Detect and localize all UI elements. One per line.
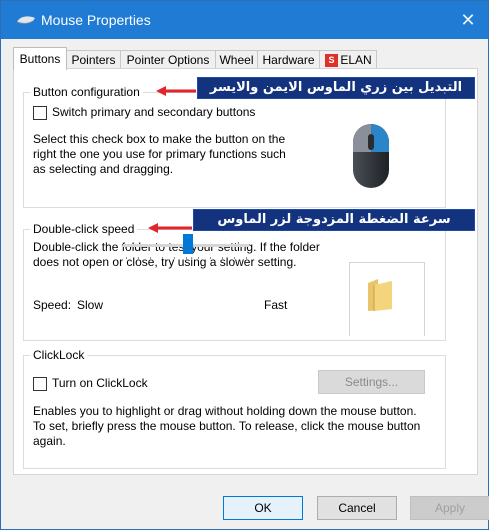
red-arrow-2 <box>148 223 192 233</box>
window-title: Mouse Properties <box>41 12 151 28</box>
slow-label: Slow <box>77 298 104 312</box>
clicklock-title: ClickLock <box>30 348 88 362</box>
close-button[interactable]: ✕ <box>448 1 488 39</box>
slider-tick <box>138 257 139 259</box>
callout-double-click-speed: سرعة الضغطة المزدوجة لزر الماوس <box>193 209 475 231</box>
slider-tick <box>150 257 151 259</box>
callout-button-configuration: التبديل بين زري الماوس الايمن والايسر <box>197 77 475 99</box>
mouse-icon <box>16 16 35 24</box>
slider-tick <box>186 257 187 259</box>
clicklock-description: Enables you to highlight or drag without… <box>33 404 421 448</box>
test-folder-area[interactable] <box>349 262 425 336</box>
clicklock-label[interactable]: Turn on ClickLock <box>52 376 148 391</box>
mouse-image-icon <box>353 124 389 188</box>
fast-label: Fast <box>264 298 288 312</box>
tab-buttons[interactable]: Buttons <box>13 47 67 70</box>
tab-pointers[interactable]: Pointers <box>66 50 121 69</box>
slider-tick <box>198 257 199 259</box>
button-configuration-title: Button configuration <box>30 85 143 99</box>
button-configuration-group: Button configuration Switch primary and … <box>23 85 446 208</box>
double-click-speed-title: Double-click speed <box>30 222 138 236</box>
apply-button[interactable]: Apply <box>410 496 489 520</box>
slider-tick <box>210 257 211 259</box>
slider-ticks <box>126 257 247 259</box>
mouse-properties-window: Mouse Properties ✕ Buttons Pointers Poin… <box>0 0 489 530</box>
switch-buttons-label[interactable]: Switch primary and secondary buttons <box>52 105 255 120</box>
red-arrow-1 <box>156 86 196 96</box>
slider-tick <box>246 257 247 259</box>
buttons-tab-panel: Button configuration Switch primary and … <box>13 68 478 475</box>
folder-icon <box>368 279 392 311</box>
double-click-speed-slider-thumb[interactable] <box>183 234 194 254</box>
slider-tick <box>162 257 163 259</box>
ok-button[interactable]: OK <box>223 496 303 520</box>
tab-wheel[interactable]: Wheel <box>215 50 258 69</box>
clicklock-settings-button[interactable]: Settings... <box>318 370 425 394</box>
slider-tick <box>126 257 127 259</box>
elan-logo-icon: S <box>325 54 338 67</box>
title-bar: Mouse Properties ✕ <box>1 1 488 39</box>
clicklock-group: ClickLock Turn on ClickLock Settings... … <box>23 348 446 469</box>
button-configuration-description: Select this check box to make the button… <box>33 132 286 176</box>
speed-label: Speed: <box>33 298 72 312</box>
tab-pointer-options[interactable]: Pointer Options <box>120 50 216 69</box>
tab-hardware[interactable]: Hardware <box>257 50 320 69</box>
tab-elan[interactable]: S ELAN <box>319 50 377 69</box>
clicklock-checkbox[interactable] <box>33 377 47 391</box>
slider-tick <box>222 257 223 259</box>
switch-buttons-checkbox[interactable] <box>33 106 47 120</box>
slider-tick <box>174 257 175 259</box>
cancel-button[interactable]: Cancel <box>317 496 397 520</box>
slider-tick <box>234 257 235 259</box>
